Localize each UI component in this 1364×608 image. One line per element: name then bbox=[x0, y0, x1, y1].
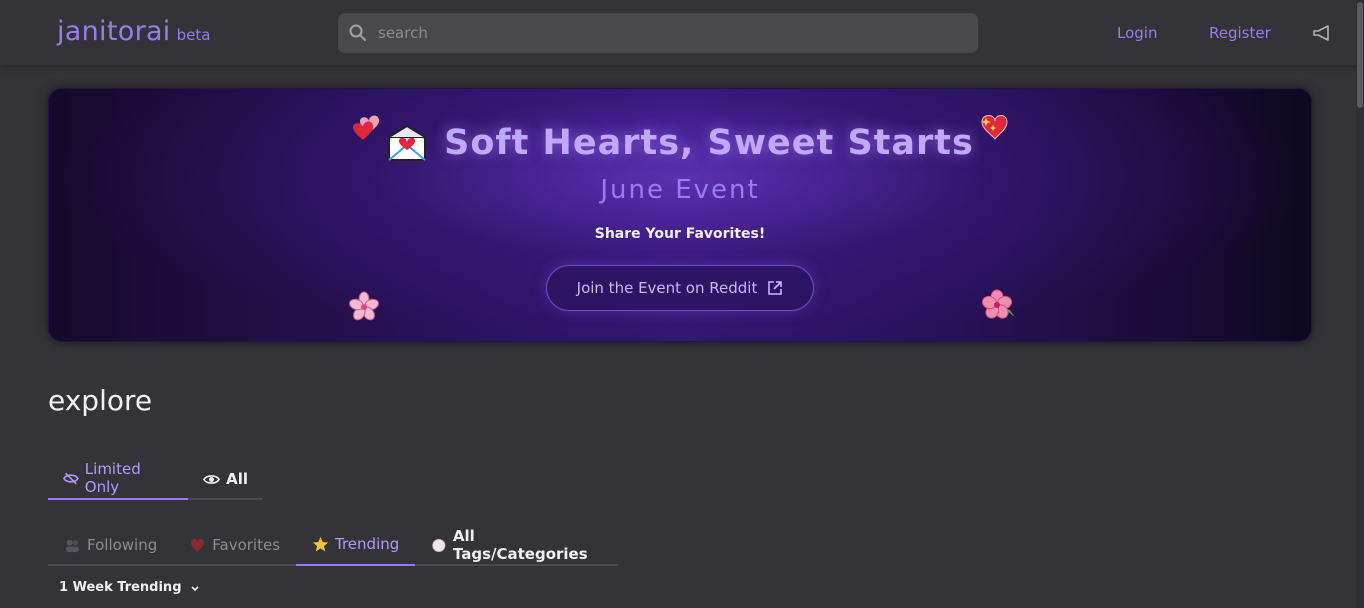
sparkling-heart-icon bbox=[981, 115, 1008, 140]
trending-period-value: 1 Week Trending bbox=[59, 580, 182, 595]
join-event-button[interactable]: Join the Event on Reddit bbox=[546, 265, 814, 311]
tab-trending-label: Trending bbox=[335, 535, 400, 553]
cherry-blossom-icon bbox=[349, 291, 379, 321]
tab-trending[interactable]: Trending bbox=[296, 524, 416, 566]
people-icon bbox=[65, 539, 80, 552]
join-event-label: Join the Event on Reddit bbox=[576, 279, 758, 297]
top-navbar: janitorai beta Login Register bbox=[0, 0, 1364, 66]
circle-icon bbox=[432, 538, 446, 552]
banner-subtitle: June Event bbox=[600, 175, 760, 205]
category-tabs: Following Favorites Trending All Tags/Ca… bbox=[48, 524, 618, 566]
logo-text[interactable]: janitorai bbox=[57, 16, 171, 47]
login-link[interactable]: Login bbox=[1117, 24, 1157, 42]
tab-all-tags-label: All Tags/Categories bbox=[452, 527, 588, 563]
search-bar[interactable] bbox=[338, 13, 978, 53]
envelope-heart-icon bbox=[388, 124, 427, 161]
search-icon bbox=[349, 24, 366, 41]
tab-limited-only[interactable]: Limited Only bbox=[48, 458, 189, 500]
search-input[interactable] bbox=[378, 13, 968, 53]
page-title: explore bbox=[48, 384, 153, 417]
beta-badge: beta bbox=[176, 26, 211, 44]
register-link[interactable]: Register bbox=[1209, 24, 1271, 42]
trending-period-select[interactable]: 1 Week Trending bbox=[59, 580, 200, 595]
eye-icon bbox=[203, 474, 221, 484]
scrollbar-thumb[interactable] bbox=[1357, 2, 1363, 108]
tab-favorites[interactable]: Favorites bbox=[173, 524, 296, 566]
heart-icon bbox=[191, 538, 205, 552]
tab-following[interactable]: Following bbox=[48, 524, 173, 566]
chevron-down-icon bbox=[190, 585, 199, 591]
external-link-icon bbox=[768, 281, 783, 295]
megaphone-icon[interactable] bbox=[1312, 24, 1332, 42]
tab-all-tags[interactable]: All Tags/Categories bbox=[415, 524, 618, 566]
visibility-tabs: Limited Only All bbox=[48, 458, 263, 500]
page-scrollbar[interactable] bbox=[1356, 0, 1364, 608]
banner-title: Soft Hearts, Sweet Starts bbox=[444, 123, 974, 163]
tab-all-label: All bbox=[226, 470, 248, 488]
tab-limited-only-label: Limited Only bbox=[84, 460, 141, 496]
tab-all[interactable]: All bbox=[188, 458, 263, 500]
site-logo[interactable]: janitorai beta bbox=[57, 16, 210, 47]
eye-slash-icon bbox=[63, 472, 79, 484]
tab-following-label: Following bbox=[87, 536, 158, 554]
banner-title-row: Soft Hearts, Sweet Starts bbox=[49, 123, 1311, 163]
banner-tagline: Share Your Favorites! bbox=[594, 226, 766, 242]
hibiscus-icon bbox=[981, 289, 1015, 319]
event-banner: Soft Hearts, Sweet Starts June Event Sha… bbox=[48, 88, 1312, 342]
tab-favorites-label: Favorites bbox=[212, 536, 281, 554]
star-icon bbox=[312, 536, 329, 551]
